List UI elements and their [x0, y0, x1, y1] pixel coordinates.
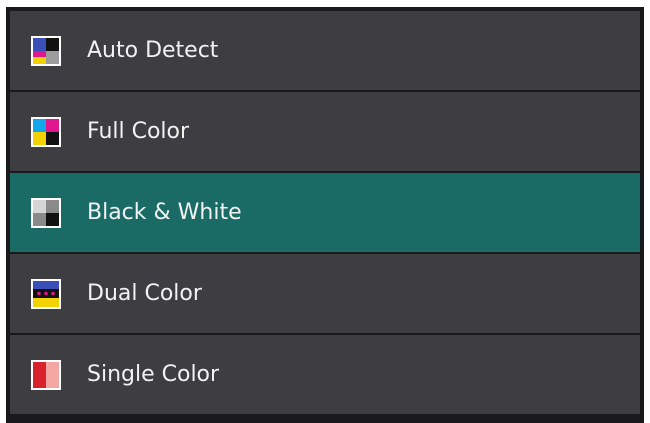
- black-white-icon: [31, 197, 61, 228]
- option-label: Black & White: [87, 200, 242, 225]
- option-full-color[interactable]: Full Color: [10, 92, 640, 171]
- single-color-icon: [31, 359, 61, 390]
- full-color-icon: [31, 116, 61, 147]
- option-auto-detect[interactable]: Auto Detect: [10, 11, 640, 90]
- option-label: Single Color: [87, 362, 220, 387]
- auto-detect-icon: [31, 35, 61, 66]
- option-black-white[interactable]: Black & White: [10, 173, 640, 252]
- dual-color-icon: [31, 278, 61, 309]
- option-dual-color[interactable]: Dual Color: [10, 254, 640, 333]
- option-label: Full Color: [87, 119, 190, 144]
- option-label: Dual Color: [87, 281, 202, 306]
- option-label: Auto Detect: [87, 38, 219, 63]
- color-mode-list: Auto Detect Full Color Black & White Dua…: [10, 11, 640, 414]
- color-mode-panel: Auto Detect Full Color Black & White Dua…: [6, 7, 644, 423]
- option-single-color[interactable]: Single Color: [10, 335, 640, 414]
